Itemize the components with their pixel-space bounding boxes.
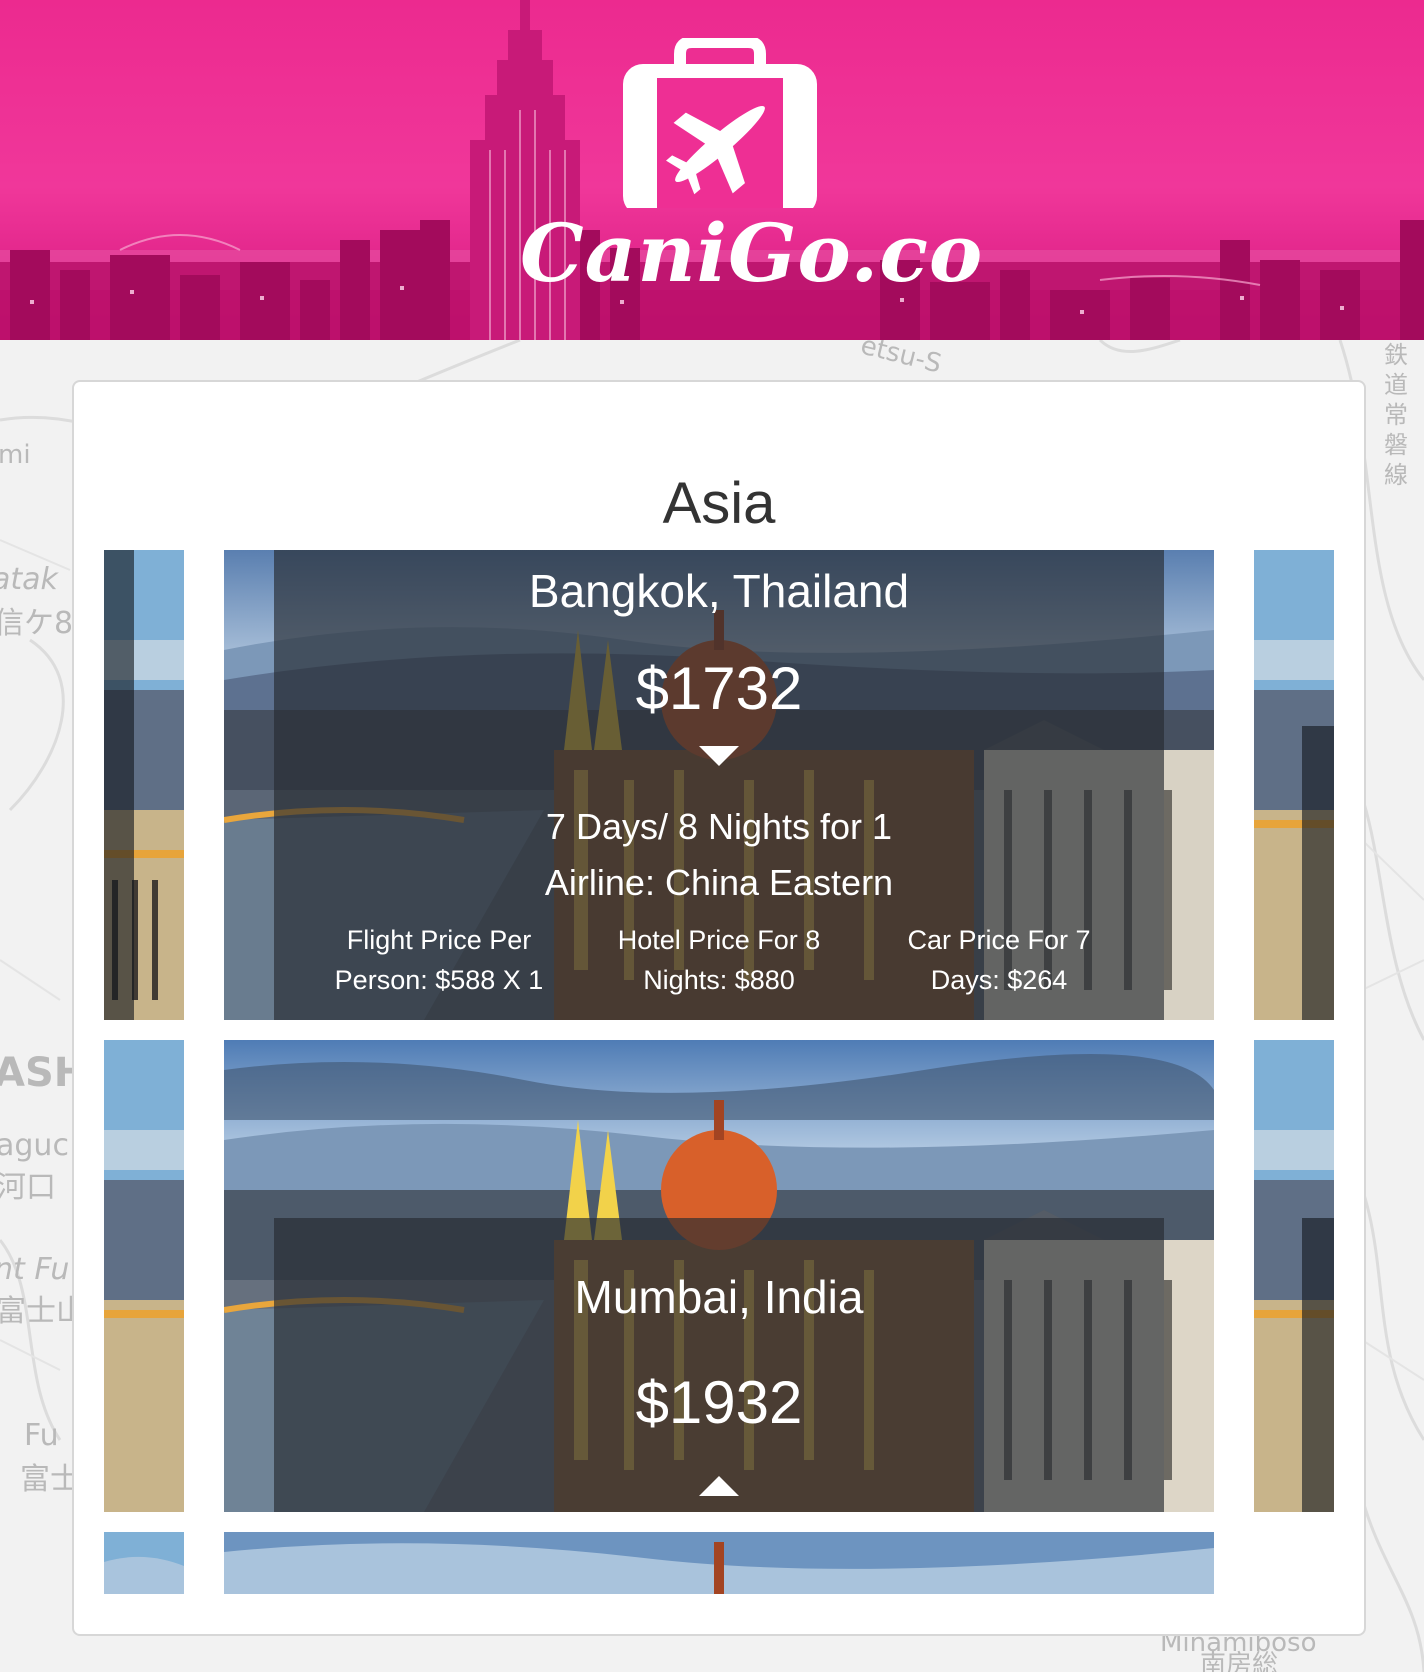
destination-card[interactable]: Mumbai, India $1932 bbox=[224, 1040, 1214, 1512]
flight-price: Flight Price Per Person: $588 X 1 bbox=[324, 920, 554, 1000]
car-price: Car Price For 7 Days: $264 bbox=[884, 920, 1114, 1000]
map-label: 河口 bbox=[0, 1170, 56, 1205]
destination-price: $1732 bbox=[635, 655, 803, 722]
destination-price: $1932 bbox=[635, 1369, 803, 1436]
map-label: mi bbox=[0, 440, 31, 470]
site-logo[interactable]: CaniGo.co bbox=[520, 38, 984, 308]
destination-city: Bangkok, Thailand bbox=[528, 565, 910, 617]
region-title: Asia bbox=[662, 471, 776, 536]
destination-city: Mumbai, India bbox=[574, 1271, 864, 1323]
side-thumbnail-left[interactable] bbox=[104, 550, 184, 1020]
destination-details-overlay: Bangkok, Thailand $1732 7 Days/ 8 Nights… bbox=[274, 550, 1164, 1020]
hotel-price-line1: Hotel Price For 8 bbox=[617, 925, 821, 955]
map-label: 富士 bbox=[20, 1462, 80, 1497]
suitcase-plane-icon bbox=[623, 38, 817, 208]
map-label: 南房総 bbox=[1200, 1650, 1279, 1672]
car-price-line2: Days: $264 bbox=[930, 965, 1068, 995]
map-label: nt Fu bbox=[0, 1252, 70, 1287]
map-label: 鉄道常磐線 bbox=[1384, 341, 1408, 489]
chevron-up-icon[interactable] bbox=[699, 1476, 739, 1496]
trip-duration: 7 Days/ 8 Nights for 1 bbox=[545, 806, 893, 847]
destination-details-overlay: Mumbai, India $1932 bbox=[274, 1218, 1164, 1512]
hotel-price-line2: Nights: $880 bbox=[643, 965, 795, 995]
map-label: 信ケ8 bbox=[0, 606, 74, 641]
side-thumbnail-right[interactable] bbox=[1254, 1040, 1334, 1512]
chevron-down-icon[interactable] bbox=[699, 746, 739, 766]
car-price-line1: Car Price For 7 bbox=[907, 925, 1091, 955]
map-label: aguc bbox=[0, 1128, 69, 1163]
destination-card[interactable]: Bangkok, Thailand $1732 7 Days/ 8 Nights… bbox=[224, 550, 1214, 1020]
flight-price-line2: Person: $588 X 1 bbox=[334, 965, 544, 995]
map-label: Fu bbox=[24, 1418, 59, 1453]
destination-card[interactable] bbox=[224, 1532, 1214, 1594]
flight-price-line1: Flight Price Per bbox=[346, 925, 532, 955]
hotel-price: Hotel Price For 8 Nights: $880 bbox=[604, 920, 834, 1000]
map-label: atak bbox=[0, 562, 58, 597]
destinations-panel: Asia Bangkok, Thailand $1732 7 Days/ 8 N… bbox=[72, 380, 1366, 1636]
airline-name: Airline: China Eastern bbox=[544, 862, 894, 903]
side-thumbnail-right[interactable] bbox=[1254, 550, 1334, 1020]
site-header: CaniGo.co bbox=[0, 0, 1424, 340]
side-thumbnail-left[interactable] bbox=[104, 1040, 184, 1512]
logo-text: CaniGo.co bbox=[520, 206, 984, 300]
side-thumbnail-left[interactable] bbox=[104, 1532, 184, 1594]
